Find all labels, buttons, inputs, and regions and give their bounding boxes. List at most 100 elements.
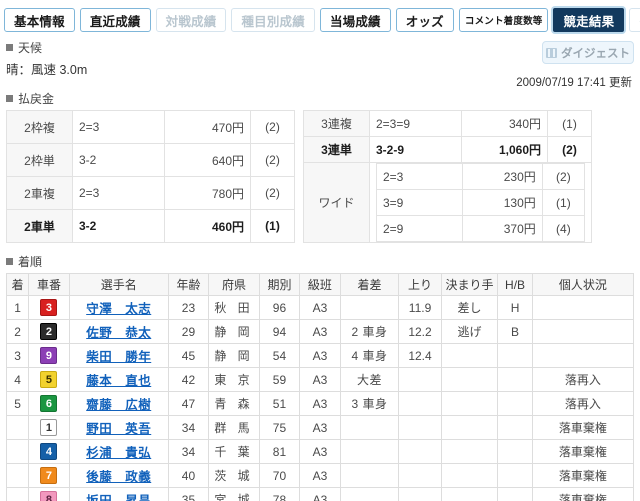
payout-amount: 640円: [164, 143, 251, 177]
finish-rank: 1: [5, 295, 30, 320]
racer-name-link[interactable]: 齋藤 広樹: [86, 398, 151, 412]
payout-heading-label: 払戻金: [18, 92, 55, 106]
hb-mark: H: [497, 295, 533, 320]
finish-rank: 4: [5, 367, 30, 392]
car-number-cell: 7: [28, 463, 70, 488]
last-lap-time: 12.4: [398, 343, 442, 368]
results-column-header-5: 期別: [258, 273, 301, 296]
payout-popularity: (1): [547, 110, 592, 137]
racer-name-link[interactable]: 柴田 勝年: [86, 350, 151, 364]
car-number-cell: 3: [28, 295, 70, 320]
payout-amount: 460円: [164, 209, 251, 243]
last-lap-time: [398, 439, 442, 464]
car-number-badge: 2: [40, 323, 58, 340]
results-column-header-1: 車番: [28, 273, 70, 296]
winning-move: [440, 439, 499, 464]
racer-name-link[interactable]: 坂田 昇昌: [86, 494, 151, 501]
tab-0[interactable]: 基本情報: [4, 8, 75, 32]
tab-label: コメント着度数等: [464, 16, 543, 27]
racer-grade: A3: [299, 463, 341, 488]
table-row: 2 2 佐野 恭太 29 静 岡 94 A3 2 車身 12.2 逃げ B: [5, 319, 635, 344]
tab-label: 基本情報: [14, 14, 65, 29]
personal-status: 落再入: [531, 367, 635, 392]
tab-label: 種目別成績: [241, 14, 305, 29]
tab-label: 直近成績: [89, 14, 141, 29]
racer-term: 78: [258, 487, 301, 501]
racer-name-link[interactable]: 守澤 太志: [86, 302, 151, 316]
payout-type: 3連複: [303, 110, 370, 137]
racer-age: 34: [167, 439, 210, 464]
racer-name-cell: 齋藤 広樹: [68, 391, 169, 416]
table-row: 4 杉浦 貴弘 34 千 葉 81 A3 落車棄権: [5, 439, 635, 464]
racer-name-link[interactable]: 杉浦 貴弘: [86, 446, 151, 460]
payout-row-wide: ワイド 2=3 230円 (2) 3=9 130円 (1) 2=9 370円 (4): [303, 162, 592, 243]
finish-rank: 5: [5, 391, 30, 416]
race-result-page: 基本情報 直近成績 対戦成績 種目別成績 当場成績 オッズ コメント着度数等 競走結果ダイジェ…: [0, 0, 640, 501]
last-lap-time: [398, 367, 442, 392]
car-number-badge: 7: [40, 467, 58, 484]
racer-term: 96: [258, 295, 301, 320]
results-heading-label: 着順: [18, 255, 43, 269]
racer-age: 35: [167, 487, 210, 501]
tab-label: 競走結果: [563, 14, 615, 29]
racer-term: 70: [258, 463, 301, 488]
racer-name-link[interactable]: 藤本 直也: [86, 374, 151, 388]
payout-combination: 3=9: [376, 189, 463, 216]
racer-name-link[interactable]: 野田 英吾: [86, 422, 151, 436]
racer-term: 75: [258, 415, 301, 440]
payout-amount: 470円: [164, 110, 251, 144]
tab-1[interactable]: 直近成績: [79, 8, 151, 32]
tab-7[interactable]: 競走結果: [553, 8, 625, 32]
payout-row: 3連単 3-2-9 1,060円 (2): [303, 136, 592, 163]
car-number-cell: 6: [28, 391, 70, 416]
last-lap-time: 12.2: [398, 319, 442, 344]
tab-5[interactable]: オッズ: [395, 8, 454, 32]
racer-name-cell: 柴田 勝年: [68, 343, 169, 368]
payout-row: 2車単 3-2 460円 (1): [6, 209, 295, 243]
payout-popularity: (4): [541, 215, 586, 242]
last-lap-time: [398, 391, 442, 416]
digest-button[interactable]: ダイジェスト: [542, 41, 634, 64]
racer-prefecture: 青 森: [208, 391, 260, 416]
results-header-row: 着車番 選手名 年齢 府県 期別 級班 着差 上り 決まり手 H/B 個人状況: [5, 273, 635, 296]
racer-prefecture: 宮 城: [208, 487, 260, 501]
racer-prefecture: 秋 田: [208, 295, 260, 320]
hb-mark: [497, 343, 533, 368]
tab-3: 種目別成績: [231, 8, 315, 32]
payout-table-left: 2枠複 2=3 470円 (2) 2枠単 3-2 640円 (2) 2車複 2=3 780円 (2) 2…: [6, 110, 295, 243]
personal-status: [531, 343, 635, 368]
last-lap-time: 11.9: [398, 295, 442, 320]
car-number-badge: 9: [40, 347, 58, 364]
racer-age: 34: [167, 415, 210, 440]
racer-term: 54: [258, 343, 301, 368]
racer-grade: A3: [299, 415, 341, 440]
car-number-badge: 1: [40, 419, 58, 436]
racer-name-cell: 坂田 昇昌: [68, 487, 169, 501]
tab-6[interactable]: コメント着度数等: [458, 8, 549, 32]
racer-age: 45: [167, 343, 210, 368]
finish-rank: [5, 415, 30, 440]
tab-label: 対戦成績: [165, 14, 217, 29]
payout-tables: 2枠複 2=3 470円 (2) 2枠単 3-2 640円 (2) 2車複 2=3 780円 (2) 2…: [6, 110, 634, 243]
payout-combination: 2=9: [376, 215, 463, 242]
payout-combination: 3-2: [72, 209, 165, 243]
tab-label: 当場成績: [329, 14, 381, 29]
racer-grade: A3: [299, 295, 341, 320]
racer-age: 23: [167, 295, 210, 320]
finish-rank: [5, 439, 30, 464]
digest-button-label: ダイジェスト: [561, 47, 630, 60]
personal-status: 落車棄権: [531, 439, 635, 464]
payout-wide-row: 2=3 230円 (2): [376, 163, 586, 190]
tab-4[interactable]: 当場成績: [319, 8, 391, 32]
payout-popularity: (2): [250, 176, 295, 210]
hb-mark: B: [497, 319, 533, 344]
results-column-header-0: 着: [5, 273, 30, 296]
racer-name-link[interactable]: 佐野 恭太: [86, 326, 151, 340]
racer-grade: A3: [299, 439, 341, 464]
payout-type: ワイド: [303, 162, 370, 243]
results-heading: 着順: [6, 253, 640, 270]
payout-amount: 340円: [461, 110, 548, 137]
winning-move: 逃げ: [440, 319, 499, 344]
racer-name-link[interactable]: 後藤 政義: [86, 470, 151, 484]
personal-status: 落車棄権: [531, 487, 635, 501]
